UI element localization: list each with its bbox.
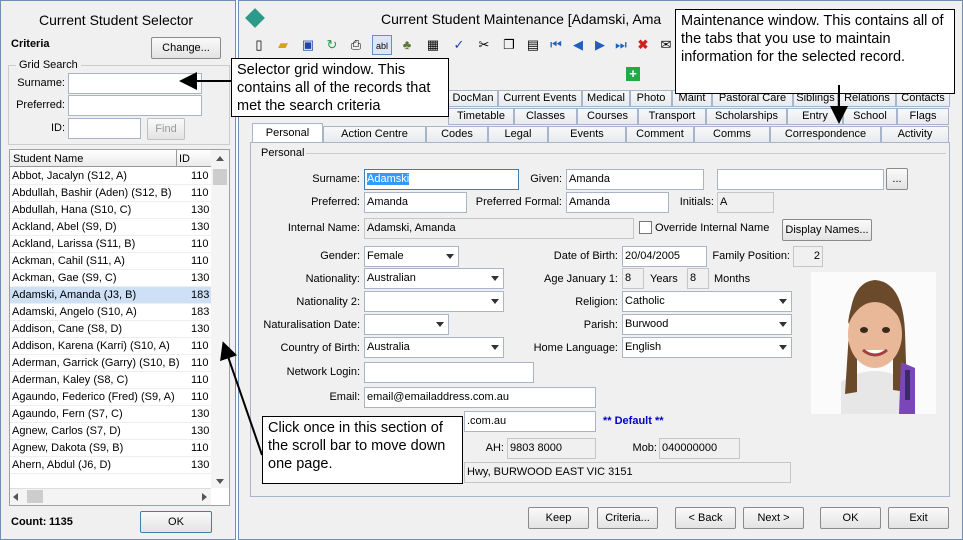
scroll-arrow xyxy=(220,341,263,456)
callout-arrows xyxy=(179,72,848,456)
